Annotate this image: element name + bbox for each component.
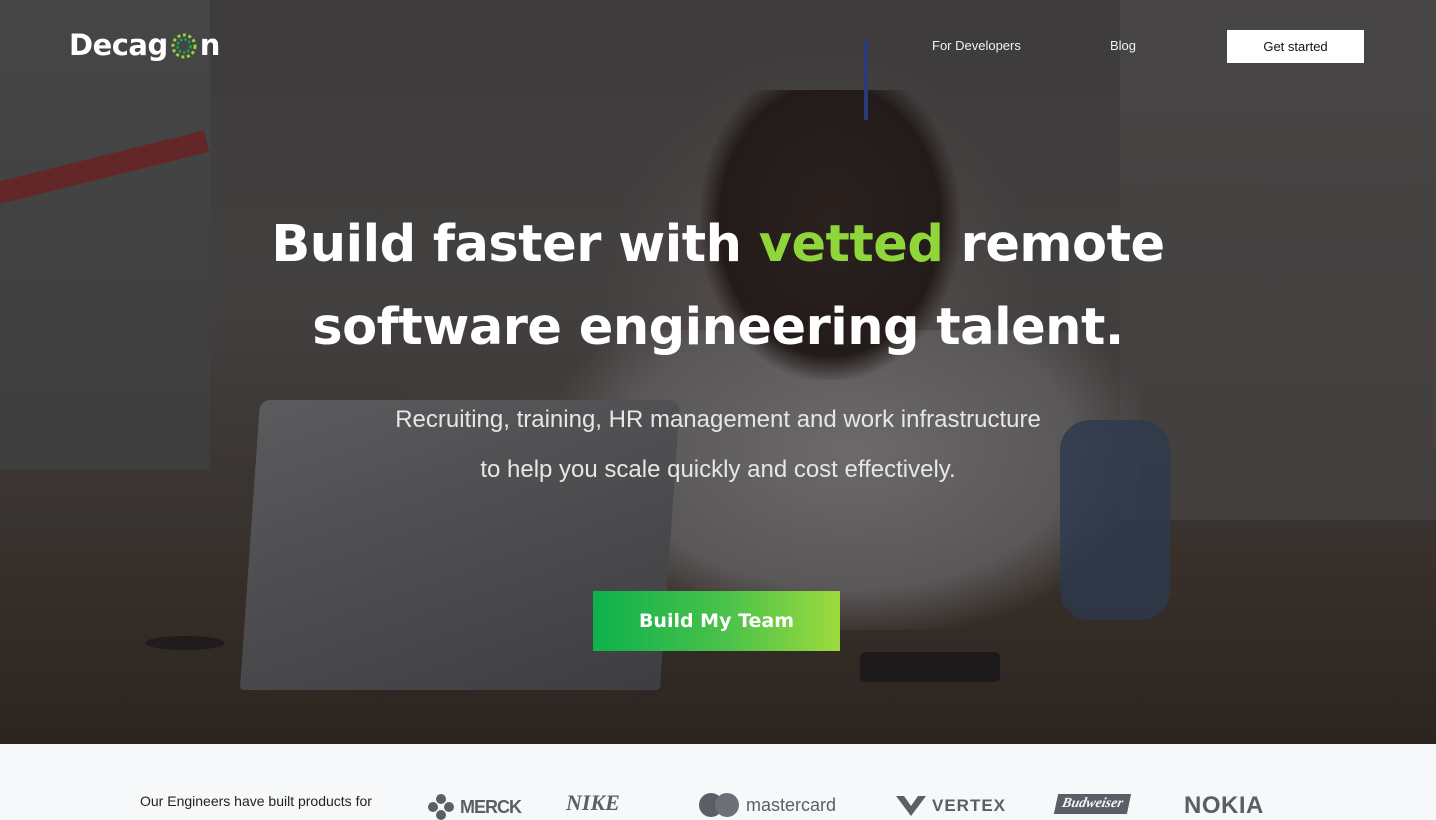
mastercard-circles-icon	[699, 793, 739, 817]
nav-link-for-developers[interactable]: For Developers	[932, 38, 1021, 53]
hero-section: Decag n For Developers Blog Get started …	[0, 0, 1436, 744]
hero-background-pen	[864, 40, 868, 120]
merck-mark-icon	[428, 794, 454, 820]
hero-background-cable-port	[145, 636, 225, 650]
vertex-logo-text: VERTEX	[932, 796, 1007, 815]
decagon-o-icon	[169, 31, 199, 61]
nokia-logo-text: NOKIA	[1184, 792, 1264, 819]
vertex-logo: VERTEX	[896, 794, 1006, 818]
subheadline-line1: Recruiting, training, HR management and …	[395, 406, 1041, 433]
budweiser-logo-text: Budweiser	[1060, 796, 1125, 811]
nike-logo-text: NIKE	[566, 790, 620, 815]
headline-line2: software engineering talent.	[312, 298, 1124, 357]
merck-logo-text: MERCK	[460, 796, 522, 817]
nokia-logo: NOKIA	[1184, 792, 1264, 820]
clients-label: Our Engineers have built products for	[140, 793, 372, 809]
headline-text-after: remote	[943, 215, 1165, 274]
mastercard-logo-text: mastercard	[746, 794, 837, 815]
hero-background-phone	[860, 652, 1000, 682]
vertex-mark-icon	[896, 796, 926, 816]
merck-logo: MERCK	[428, 794, 522, 820]
build-my-team-button[interactable]: Build My Team	[593, 591, 840, 651]
get-started-button[interactable]: Get started	[1227, 30, 1364, 63]
decagon-logo[interactable]: Decag n	[69, 28, 220, 62]
hero-headline: Build faster with vetted remote software…	[0, 203, 1436, 369]
subheadline-line2: to help you scale quickly and cost effec…	[480, 456, 956, 483]
logo-text-part2: n	[199, 28, 221, 62]
headline-text-before: Build faster with	[271, 215, 759, 274]
mastercard-logo: mastercard	[698, 792, 836, 818]
budweiser-logo: Budweiser	[1053, 794, 1131, 814]
logo-text-part1: Decag	[69, 28, 168, 62]
headline-accent-word: vetted	[758, 215, 944, 274]
nav-link-blog[interactable]: Blog	[1110, 38, 1136, 53]
nike-logo: NIKE	[566, 790, 620, 816]
hero-subheadline: Recruiting, training, HR management and …	[0, 395, 1436, 495]
clients-strip: Our Engineers have built products for ME…	[0, 744, 1436, 820]
